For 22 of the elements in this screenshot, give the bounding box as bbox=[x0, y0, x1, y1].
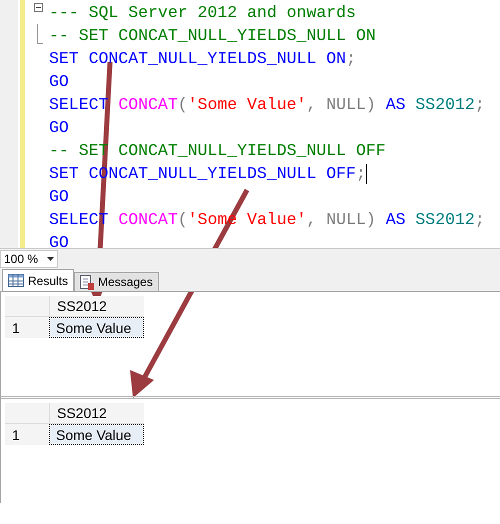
code-line: GO bbox=[48, 71, 69, 93]
code-line: GO bbox=[48, 186, 69, 208]
code-line: --- SQL Server 2012 and onwards bbox=[48, 2, 356, 24]
table-cell: Some Value bbox=[49, 317, 144, 338]
column-header[interactable]: SS2012 bbox=[49, 296, 144, 316]
corner-cell bbox=[5, 296, 49, 316]
tab[interactable]: Messages bbox=[74, 272, 159, 291]
tab[interactable]: Results bbox=[2, 269, 74, 291]
corner-cell bbox=[5, 403, 49, 423]
table-cell: Some Value bbox=[49, 424, 144, 445]
grid-icon bbox=[8, 274, 24, 287]
row-number: 1 bbox=[5, 317, 49, 338]
code-line: -- SET CONCAT_NULL_YIELDS_NULL ON bbox=[48, 25, 376, 47]
code-line: SET CONCAT_NULL_YIELDS_NULL ON; bbox=[48, 48, 356, 70]
zoom-dropdown[interactable]: 100 % bbox=[0, 250, 58, 268]
code-line: GO bbox=[48, 117, 69, 139]
column-header[interactable]: SS2012 bbox=[49, 403, 144, 423]
row-number: 1 bbox=[5, 424, 49, 445]
collapse-icon[interactable] bbox=[34, 3, 42, 12]
fold-line bbox=[37, 24, 43, 44]
dropdown-arrow-icon bbox=[47, 256, 54, 260]
document-icon bbox=[80, 274, 94, 290]
